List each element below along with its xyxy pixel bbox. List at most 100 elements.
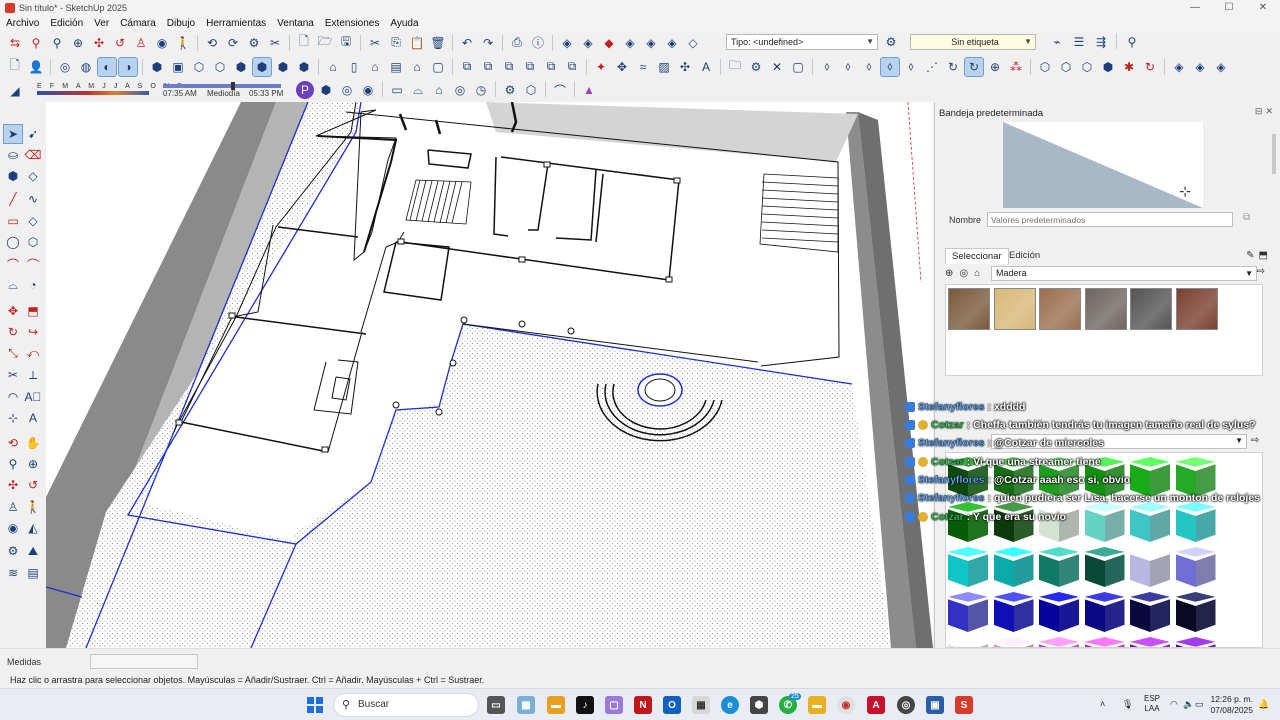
house-icon-2[interactable]: ▯	[345, 58, 363, 76]
pan-tool-icon[interactable]: ✋	[24, 434, 42, 452]
wood-material-swatch[interactable]	[1130, 288, 1172, 330]
view-back-icon[interactable]: ⬢	[232, 58, 250, 76]
freehand-icon[interactable]: ∿	[24, 190, 42, 208]
view-right-icon[interactable]: ⬡	[211, 58, 229, 76]
open-file-icon[interactable]: 🗁	[316, 34, 334, 52]
document-icon[interactable]: 🗋	[6, 58, 24, 76]
tiktok-icon[interactable]: ♪	[576, 696, 594, 714]
tag-selector[interactable]: Sin etiqueta ▼	[910, 34, 1036, 50]
zoom-window-tool-icon[interactable]: ⊕	[24, 455, 42, 473]
orbit-tool-icon[interactable]: ⟲	[4, 434, 22, 452]
acrobat-icon[interactable]: A	[867, 696, 885, 714]
3d-text-icon[interactable]: A	[24, 409, 42, 427]
square-icon[interactable]: ▢	[789, 58, 807, 76]
zoom-extents-icon[interactable]: ✣	[90, 34, 108, 52]
details-icon[interactable]: ⇨	[1257, 266, 1265, 277]
user-icon[interactable]: 👤	[27, 58, 45, 76]
image-icon[interactable]: ▨	[655, 58, 673, 76]
material-cube[interactable]	[1130, 637, 1170, 647]
pie-icon[interactable]: ◔	[24, 276, 42, 294]
rotated-rect-icon[interactable]: ◇	[24, 212, 42, 230]
terrain-tool-icon[interactable]: ⛰	[24, 542, 42, 560]
push-pull-icon[interactable]: ⬒	[24, 302, 42, 320]
bridge-icon[interactable]: ⌒	[551, 81, 569, 99]
solid-split-icon[interactable]: ⧉	[542, 58, 560, 76]
sandbox-icon-1[interactable]: ◈	[558, 34, 576, 52]
camera-frame-icon[interactable]: ▭	[388, 81, 406, 99]
start-button[interactable]	[307, 697, 323, 713]
record-icon[interactable]: ◉	[359, 81, 377, 99]
cut-icon[interactable]: ✂	[366, 34, 384, 52]
zoom-window-icon[interactable]: ⊕	[69, 34, 87, 52]
node-icon[interactable]: ⁂	[1007, 58, 1025, 76]
material-cube[interactable]	[1039, 637, 1079, 647]
sandbox-icon-2[interactable]: ◈	[579, 34, 597, 52]
task-view-icon[interactable]: ▭	[487, 696, 505, 714]
box-icon[interactable]: ⬢	[317, 81, 335, 99]
microphone-icon[interactable]: 🎙	[1122, 699, 1133, 710]
section-icon[interactable]: ⚙	[245, 34, 263, 52]
type-selector[interactable]: Tipo: <undefined> ▼	[726, 34, 878, 50]
duplicate-material-icon[interactable]: ⧉	[1243, 212, 1250, 223]
curve-icon-1[interactable]: ↻	[944, 58, 962, 76]
sandbox-tool-icon[interactable]: ⚙	[4, 542, 22, 560]
solid-subtract-icon[interactable]: ⧉	[479, 58, 497, 76]
drop-icon-2[interactable]: ⬨	[839, 58, 857, 76]
look-around-tool-icon[interactable]: ◉	[4, 519, 22, 537]
material-cube[interactable]	[1175, 637, 1216, 647]
drop-icon-4[interactable]: ⬨	[880, 56, 900, 77]
close-button[interactable]: ✕	[1246, 0, 1280, 15]
sketchup-taskbar-icon[interactable]: S	[955, 696, 973, 714]
wireframe-icon[interactable]: ◐	[97, 56, 117, 77]
tag-tool-left-icon[interactable]: ◇	[24, 167, 42, 185]
eraser-tool-icon[interactable]: ⌫	[24, 146, 42, 164]
pin-icon[interactable]: ✦	[592, 58, 610, 76]
app-icon-purple[interactable]: ▢	[605, 696, 623, 714]
maximize-button[interactable]: ☐	[1212, 0, 1246, 15]
wood-material-swatch[interactable]	[1084, 288, 1127, 330]
position-camera-tool-icon[interactable]: ♙	[4, 498, 22, 516]
solid-trim-icon[interactable]: ⧉	[500, 58, 518, 76]
sandbox-icon-5[interactable]: ◈	[642, 34, 660, 52]
netflix-icon[interactable]: N	[634, 696, 652, 714]
folder-icon[interactable]: 🗀	[726, 58, 744, 76]
wood-material-swatch[interactable]	[948, 288, 990, 330]
new-file-icon[interactable]: 🗋	[295, 34, 313, 52]
back-edges-icon[interactable]: ◍	[77, 58, 95, 76]
material-cube[interactable]	[948, 547, 988, 587]
photo-icon[interactable]: ⌂	[430, 81, 448, 99]
tag-toggle-icon[interactable]: ⇶	[1092, 33, 1110, 51]
position-camera-icon[interactable]: ♙	[132, 34, 150, 52]
three-point-arc-icon[interactable]: ⌓	[4, 276, 22, 294]
sandbox-icon-3[interactable]: ◆	[600, 34, 618, 52]
app-icon-circle[interactable]: ◎	[897, 696, 915, 714]
copy-icon[interactable]: ⎘	[387, 34, 405, 52]
close-tool-icon[interactable]: ✕	[768, 58, 786, 76]
menu-ver[interactable]: Ver	[94, 18, 109, 29]
curve-icon-2[interactable]: ↻	[964, 56, 984, 77]
material-cube[interactable]	[993, 637, 1034, 647]
hex-icon-5[interactable]: ✱	[1120, 58, 1138, 76]
refresh-icon[interactable]: ↻	[1141, 58, 1159, 76]
material-cube[interactable]	[1084, 637, 1125, 647]
forward-icon[interactable]: ◎	[959, 268, 968, 279]
house-icon-5[interactable]: ⌂	[408, 58, 426, 76]
material-cube[interactable]	[948, 637, 988, 647]
walk-tool-icon[interactable]: 🚶	[24, 498, 42, 516]
app-icon-dark[interactable]: ⬢	[750, 696, 768, 714]
previous-view-icon[interactable]: ↺	[111, 34, 129, 52]
hidden-line-icon[interactable]: ◑	[118, 56, 138, 77]
gear-icon[interactable]: ⚙	[501, 81, 519, 99]
folder-taskbar-icon[interactable]: ▬	[808, 696, 826, 714]
model-viewport[interactable]	[46, 102, 933, 648]
extension-icon[interactable]: P	[296, 81, 314, 99]
polygon-icon[interactable]: ⬡	[24, 233, 42, 251]
walk-icon[interactable]: 🚶	[174, 34, 192, 52]
scale-icon[interactable]: ⤡	[4, 344, 22, 362]
delete-icon[interactable]: 🗑	[429, 34, 447, 52]
transform-icon[interactable]: ✣	[676, 58, 694, 76]
terrain-icon-3[interactable]: ◈	[1212, 58, 1230, 76]
tag-tool-icon[interactable]: ⌁	[1048, 33, 1066, 51]
tag-list-icon[interactable]: ☰	[1070, 33, 1088, 51]
material-cube[interactable]	[1130, 547, 1170, 587]
